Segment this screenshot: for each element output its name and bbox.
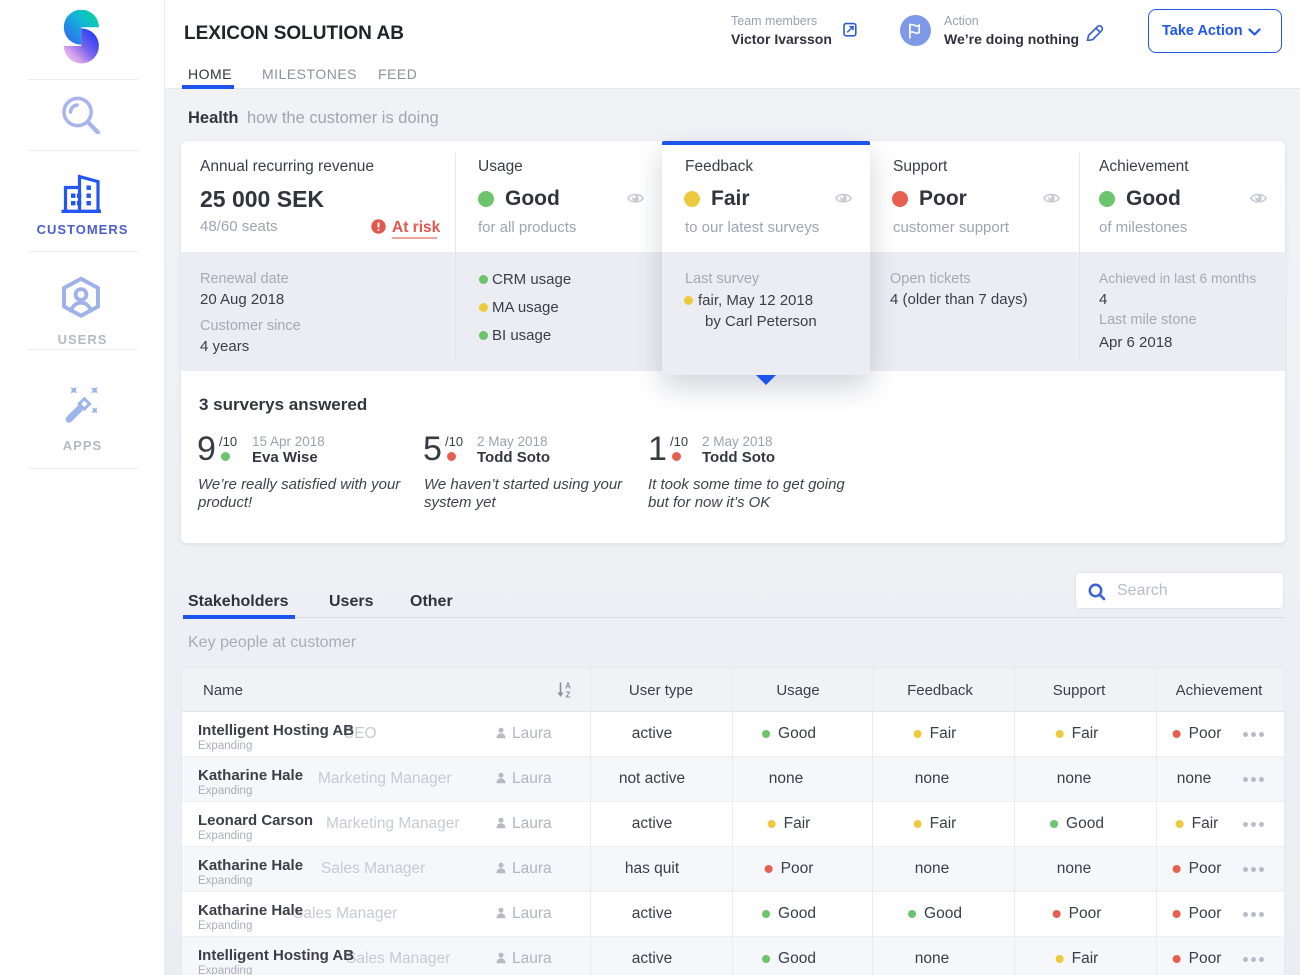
svg-text:A: A: [565, 682, 571, 691]
svg-text:Z: Z: [566, 691, 571, 700]
